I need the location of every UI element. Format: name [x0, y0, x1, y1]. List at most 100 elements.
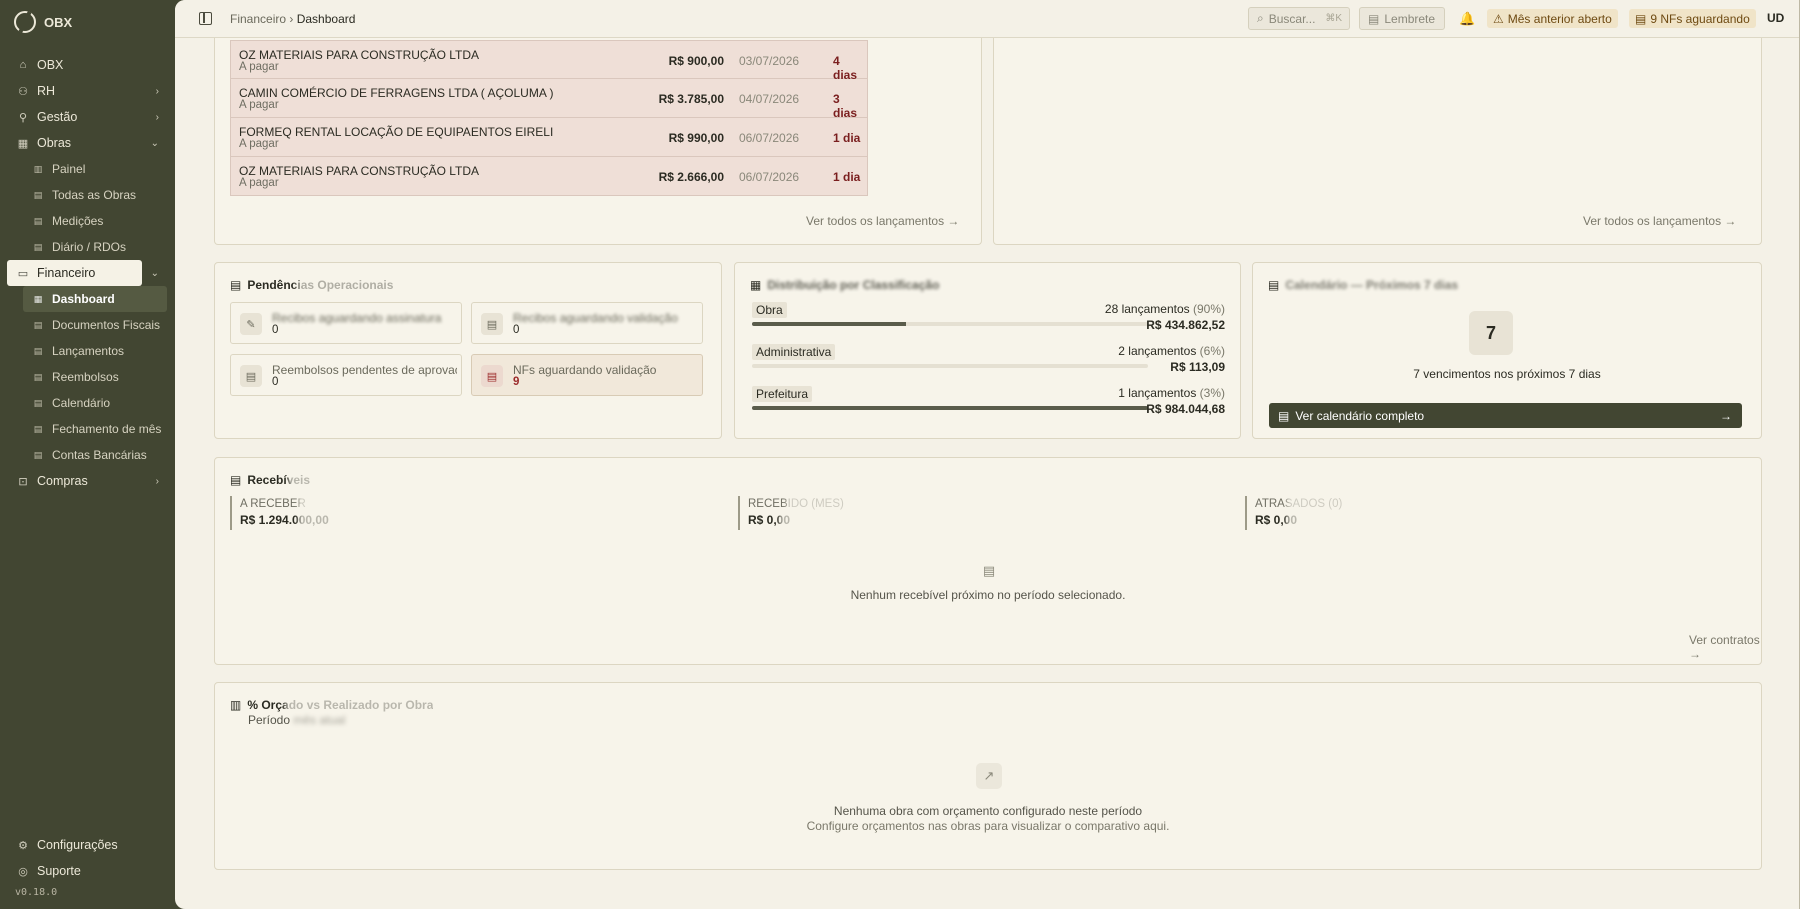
sidebar-item-label: RH [37, 84, 56, 98]
sidebar-item-label: Documentos Fiscais [52, 318, 161, 332]
sidebar-item-fechamento[interactable]: ▤ Fechamento de mês [0, 416, 175, 442]
nfs-waiting-badge[interactable]: ▤ 9 NFs aguardando [1629, 9, 1756, 28]
file-icon: ▤ [240, 365, 262, 387]
link-label: Ver contratos [1689, 633, 1760, 647]
warning-icon: ⚠ [1493, 11, 1504, 26]
distribution-title-text: Distribuição por Classificação [767, 278, 940, 292]
cart-icon: ⊡ [18, 475, 28, 488]
sidebar-item-obras[interactable]: ▦ Obras ⌄ [0, 130, 175, 156]
reminder-button[interactable]: ▤ Lembrete [1359, 7, 1445, 30]
pendencia-item[interactable]: ✎ Recibos aguardando assinatura 0 [230, 302, 462, 344]
chevron-down-icon: ⌄ [150, 137, 159, 149]
grid-icon: ▦ [33, 293, 43, 304]
sidebar-item-suporte[interactable]: ◎ Suporte [0, 858, 175, 884]
sidebar-footer: ⚙ Configurações ◎ Suporte [0, 832, 175, 884]
pendencia-label: Reembolsos pendentes de aprovação [272, 363, 457, 377]
pendencias-title-text: Pendências Operacionais [247, 278, 394, 292]
pendencia-value: 0 [513, 324, 520, 336]
distribution-pct: (90%) [1192, 302, 1225, 316]
sidebar-item-contas-bancarias[interactable]: ▤ Contas Bancárias [0, 442, 175, 468]
chart-icon: ▥ [33, 163, 43, 174]
main-content: OZ MATERIAIS PARA CONSTRUÇÃO LTDA A paga… [175, 0, 1800, 909]
receipt-icon: ▤ [481, 313, 503, 335]
badge-label: Mês anterior aberto [1507, 11, 1612, 26]
ver-calendario-button[interactable]: ▤ Ver calendário completo → [1269, 403, 1742, 428]
distribution-count: 2 lançamentos (6%) [1118, 344, 1225, 358]
grid-icon: ▦ [750, 278, 762, 292]
sidebar-item-configuracoes[interactable]: ⚙ Configurações [0, 832, 175, 858]
payable-days: 4 dias [833, 54, 858, 82]
pendencia-label: Recibos aguardando assinatura [272, 311, 442, 325]
button-label: Lembrete [1384, 11, 1436, 26]
pendencia-item[interactable]: ▤ Reembolsos pendentes de aprovação 0 [230, 354, 462, 396]
payable-value: R$ 990,00 [668, 131, 724, 145]
sidebar-item-painel[interactable]: ▥ Painel [0, 156, 175, 182]
help-icon: ◎ [18, 865, 28, 878]
sidebar-item-medicoes[interactable]: ▤ Medições [0, 208, 175, 234]
sidebar: OBX ⌂ OBX ⚇ RH › ⚲ Gestão › ▦ Obras ⌄ ▥ Painel ▤… [0, 0, 175, 909]
breadcrumb-parent[interactable]: Financeiro [230, 12, 286, 26]
sidebar-item-calendario[interactable]: ▤ Calendário [0, 390, 175, 416]
pendencia-label: NFs aguardando validação [513, 363, 657, 377]
sidebar-item-rh[interactable]: ⚇ RH › [0, 78, 175, 104]
sidebar-item-compras[interactable]: ⊡ Compras › [0, 468, 175, 494]
distribution-bar [752, 322, 1148, 326]
calendar-summary: 7 vencimentos nos próximos 7 dias [1413, 367, 1601, 381]
search-input[interactable]: ⌕ Buscar... ⌘K [1248, 7, 1350, 30]
sidebar-item-gestao[interactable]: ⚲ Gestão › [0, 104, 175, 130]
sidebar-item-label: Medições [52, 214, 104, 228]
distribution-label: Administrativa [752, 344, 836, 360]
breadcrumb-current: Dashboard [296, 12, 356, 26]
distribution-bar-fill [752, 406, 1148, 410]
receivables-empty-text: Nenhum recebível próximo no período sele… [850, 588, 1126, 602]
sidebar-item-dashboard[interactable]: ▦ Dashboard [23, 286, 167, 312]
table-row[interactable]: OZ MATERIAIS PARA CONSTRUÇÃO LTDA A paga… [230, 157, 868, 196]
payable-supplier: FORMEQ RENTAL LOCAÇÃO DE EQUIPAENTOS EIR… [239, 125, 554, 139]
sidebar-item-financeiro[interactable]: ▭ Financeiro ⌄ [7, 260, 159, 286]
sidebar-item-lancamentos[interactable]: ▤ Lançamentos [0, 338, 175, 364]
sidebar-item-documentos-fiscais[interactable]: ▤ Documentos Fiscais [0, 312, 175, 338]
sidebar-item-todas-obras[interactable]: ▤ Todas as Obras [0, 182, 175, 208]
calendar-title: ▤ Calendário — Próximos 7 dias [1268, 278, 1458, 292]
brand[interactable]: OBX [14, 11, 72, 33]
ver-todos-lancamentos-link[interactable]: Ver todos os lançamentos → [806, 214, 959, 228]
sidebar-item-obx[interactable]: ⌂ OBX [0, 52, 175, 78]
sidebar-toggle-icon[interactable] [199, 12, 212, 25]
sidebar-item-label: Gestão [37, 110, 78, 124]
ver-contratos-link[interactable]: Ver contratos → [1689, 633, 1761, 661]
distribution-pct: (6%) [1199, 344, 1225, 358]
receivable-summary: ATRASADOS (0) R$ 0,00 [1245, 496, 1725, 530]
arrow-right-icon: → [1720, 408, 1732, 423]
document-icon: ▤ [982, 563, 996, 578]
ver-todos-lancamentos-link-2[interactable]: Ver todos os lançamentos → [1583, 214, 1736, 228]
pendencia-value: 0 [272, 324, 279, 336]
distribution-card: ▦ Distribuição por Classificação Obra 28 … [734, 262, 1241, 439]
table-row[interactable]: FORMEQ RENTAL LOCAÇÃO DE EQUIPAENTOS EIR… [230, 118, 868, 157]
table-row[interactable]: OZ MATERIAIS PARA CONSTRUÇÃO LTDA A paga… [230, 40, 868, 82]
sidebar-item-label: Dashboard [52, 292, 115, 306]
calendar-icon: ▤ [1368, 11, 1380, 26]
pendencia-item[interactable]: ▤ Recibos aguardando validação 0 [471, 302, 703, 344]
payable-days: 1 dia [833, 170, 861, 184]
pendencia-item-nfs[interactable]: ▤ NFs aguardando validação 9 [471, 354, 703, 396]
month-open-badge[interactable]: ⚠ Mês anterior aberto [1487, 9, 1618, 28]
sidebar-item-reembolsos[interactable]: ▤ Reembolsos [0, 364, 175, 390]
table-row[interactable]: CAMIN COMÉRCIO DE FERRAGENS LTDA ( AÇOLU… [230, 79, 868, 120]
trending-up-icon: ↗ [976, 763, 1002, 789]
sidebar-item-label: Configurações [37, 838, 118, 852]
distribution-label: Obra [752, 302, 787, 318]
distribution-count-text: 2 lançamentos [1118, 344, 1197, 358]
search-placeholder: Buscar... [1268, 11, 1316, 26]
calendar-icon: ▤ [1268, 278, 1280, 292]
calendar-icon: ▤ [33, 241, 43, 252]
sidebar-item-label: Calendário [52, 396, 111, 410]
payable-date: 03/07/2026 [739, 54, 800, 68]
sidebar-item-label: Contas Bancárias [52, 448, 147, 462]
avatar[interactable]: UD [1767, 11, 1784, 25]
payable-date: 04/07/2026 [739, 92, 800, 106]
receivable-label: A RECEBER [240, 498, 306, 510]
distribution-count: 1 lançamentos (3%) [1118, 386, 1225, 400]
sidebar-item-diario[interactable]: ▤ Diário / RDOs [0, 234, 175, 260]
receipt-icon: ▤ [33, 371, 43, 382]
bell-icon[interactable]: 🔔 [1459, 11, 1475, 27]
